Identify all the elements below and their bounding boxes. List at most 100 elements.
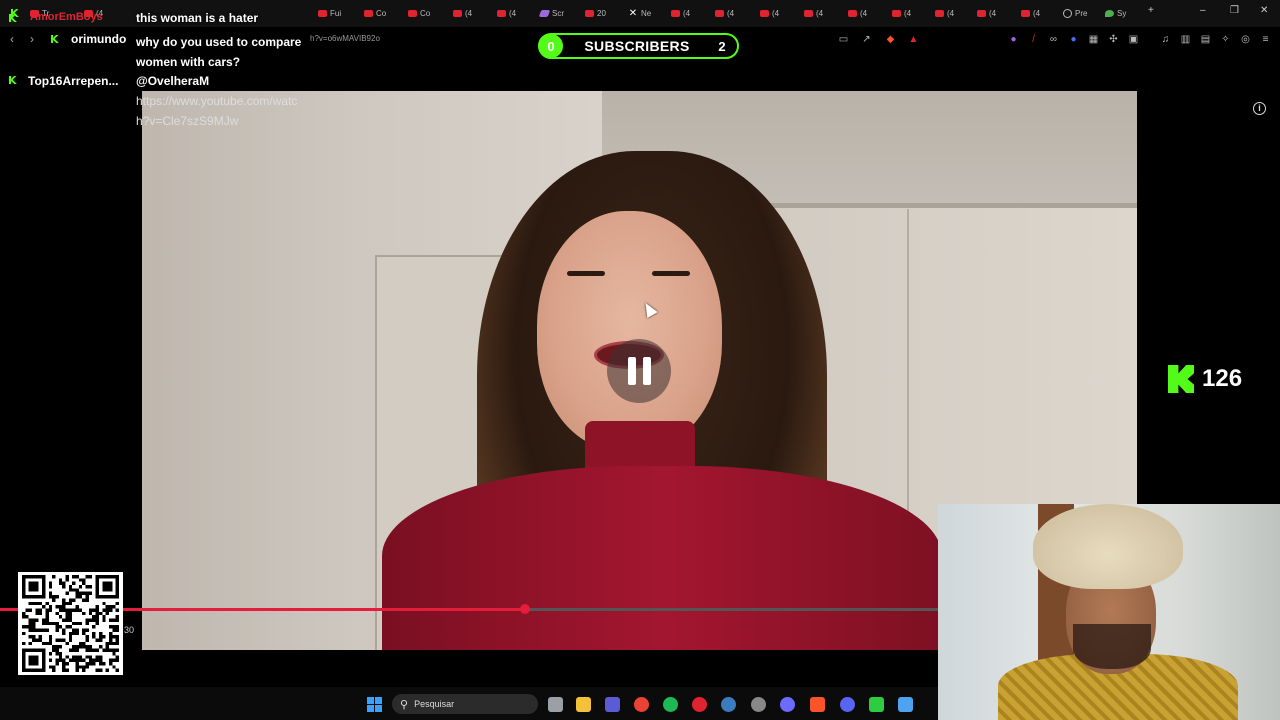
youtube-icon — [1021, 9, 1030, 17]
notepad-icon[interactable] — [898, 697, 913, 712]
opera-icon[interactable] — [692, 697, 707, 712]
obs-icon[interactable] — [751, 697, 766, 712]
url-text[interactable]: h?v=o6wMAVIB92o — [310, 34, 380, 43]
menu-icon[interactable]: ≡ — [1260, 34, 1271, 45]
screen-icon[interactable]: ▭ — [838, 34, 849, 45]
browser-tab-label: Scr — [552, 8, 564, 18]
browser-tab-label: Ne — [641, 8, 652, 18]
extension-icon[interactable]: ● — [1068, 34, 1079, 45]
new-tab-button[interactable]: + — [1148, 5, 1154, 16]
viewer-count-number: 126 — [1202, 365, 1243, 392]
wallet-icon[interactable]: ▤ — [1200, 34, 1211, 45]
steam-icon[interactable] — [721, 697, 736, 712]
minimize-button[interactable]: – — [1200, 5, 1206, 16]
browser-tab[interactable]: (4 — [453, 5, 472, 21]
browser-tab[interactable]: Fui — [318, 5, 341, 21]
chat-link[interactable]: h?v=Cle7szS9MJw — [136, 111, 238, 131]
chat-link[interactable]: https://www.youtube.com/watc — [136, 91, 297, 111]
video-person-face — [537, 211, 722, 451]
browser-tab-label: (4 — [1033, 8, 1041, 18]
browser-tab[interactable]: (4 — [804, 5, 823, 21]
close-window-button[interactable]: ✕ — [1260, 5, 1268, 16]
browser-tab-label: Co — [420, 8, 431, 18]
chat-username[interactable]: Top16Arrepen... — [28, 74, 118, 88]
pen-extension-icon[interactable]: / — [1028, 34, 1039, 45]
chat-message: this woman is a hater — [136, 11, 259, 25]
webcam-person-beard — [1073, 624, 1151, 669]
qr-code-image — [22, 575, 119, 672]
search-icon: ⚲ — [400, 698, 409, 711]
browser-tab[interactable]: Scr — [538, 5, 564, 21]
rewards-icon[interactable]: ▲ — [908, 34, 919, 45]
extension-icon[interactable]: ∞ — [1048, 34, 1059, 45]
taskbar-search[interactable]: ⚲ Pesquisar — [392, 694, 538, 714]
youtube-icon — [364, 9, 373, 17]
browser-tab[interactable]: (4 — [671, 5, 690, 21]
youtube-icon — [408, 9, 417, 17]
discord-icon[interactable] — [840, 697, 855, 712]
browser-tab-label: (4 — [727, 8, 735, 18]
browser-tab-label: (4 — [989, 8, 997, 18]
chat-username[interactable]: AmorEmBoys — [30, 11, 103, 23]
browser-tab[interactable]: (4 — [1021, 5, 1040, 21]
file-explorer-icon[interactable] — [548, 697, 563, 712]
browser-tab[interactable]: Pre — [1063, 5, 1087, 21]
video-person-eye — [652, 271, 690, 276]
folder-icon[interactable] — [576, 697, 591, 712]
browser-tab[interactable]: Co — [408, 5, 430, 21]
browser-tab[interactable]: (4 — [935, 5, 954, 21]
forward-icon[interactable]: › — [30, 32, 34, 46]
arrow-app-icon[interactable] — [780, 697, 795, 712]
kick-badge-icon: K — [8, 12, 17, 25]
extension-icon[interactable]: ▦ — [1088, 34, 1099, 45]
share-icon[interactable]: ↗ — [861, 34, 872, 45]
sidebar-icon[interactable]: ▥ — [1180, 34, 1191, 45]
browser-tab[interactable]: (4 — [892, 5, 911, 21]
browser-tab[interactable]: Sy — [1105, 5, 1126, 21]
extension-icon[interactable]: ▣ — [1128, 34, 1139, 45]
chat-username[interactable]: orimundo — [71, 32, 126, 46]
leo-icon[interactable]: ✧ — [1220, 34, 1231, 45]
youtube-icon — [318, 9, 327, 17]
brave-shield-icon[interactable]: ◆ — [885, 34, 896, 45]
webcam-person-hat — [1033, 504, 1183, 589]
browser-tab[interactable]: (4 — [715, 5, 734, 21]
chat-message: why do you used to compare women with ca… — [136, 35, 302, 69]
video-progress-bar[interactable] — [0, 604, 938, 614]
vpn-icon[interactable]: ◎ — [1240, 34, 1251, 45]
chrome-icon[interactable] — [634, 697, 649, 712]
browser-tab[interactable]: (4 — [848, 5, 867, 21]
terminal-icon[interactable] — [869, 697, 884, 712]
back-icon[interactable]: ‹ — [10, 32, 14, 46]
subscribers-label: SUBSCRIBERS — [584, 38, 690, 54]
youtube-icon — [497, 9, 506, 17]
browser-tab-label: Pre — [1075, 8, 1088, 18]
windows-start-icon[interactable] — [367, 697, 382, 712]
brave-icon[interactable] — [810, 697, 825, 712]
pen-icon — [538, 9, 551, 17]
pause-bar — [627, 357, 636, 385]
youtube-icon — [585, 9, 594, 17]
browser-tab-label: (4 — [509, 8, 517, 18]
puzzle-icon[interactable]: ✣ — [1108, 34, 1119, 45]
browser-tab-label: (4 — [816, 8, 824, 18]
browser-tab-label: Fui — [330, 8, 342, 18]
browser-tab[interactable]: (4 — [977, 5, 996, 21]
browser-tab[interactable]: 20 — [585, 5, 606, 21]
extension-icon[interactable]: ● — [1008, 34, 1019, 45]
youtube-icon — [453, 9, 462, 17]
youtube-icon — [760, 9, 769, 17]
pause-bar — [642, 357, 651, 385]
pause-button[interactable] — [607, 339, 671, 403]
spotify-icon[interactable] — [663, 697, 678, 712]
browser-tab-label: (4 — [947, 8, 955, 18]
browser-tab[interactable]: Co — [364, 5, 386, 21]
browser-tab[interactable]: ✕ Ne — [628, 5, 651, 21]
info-icon[interactable]: i — [1253, 102, 1266, 115]
browser-tab[interactable]: (4 — [760, 5, 779, 21]
subscribers-current: 0 — [539, 34, 563, 58]
music-icon[interactable]: ♫ — [1160, 34, 1171, 45]
browser-tab[interactable]: (4 — [497, 5, 516, 21]
restore-button[interactable]: ❐ — [1230, 5, 1239, 16]
grid-app-icon[interactable] — [605, 697, 620, 712]
